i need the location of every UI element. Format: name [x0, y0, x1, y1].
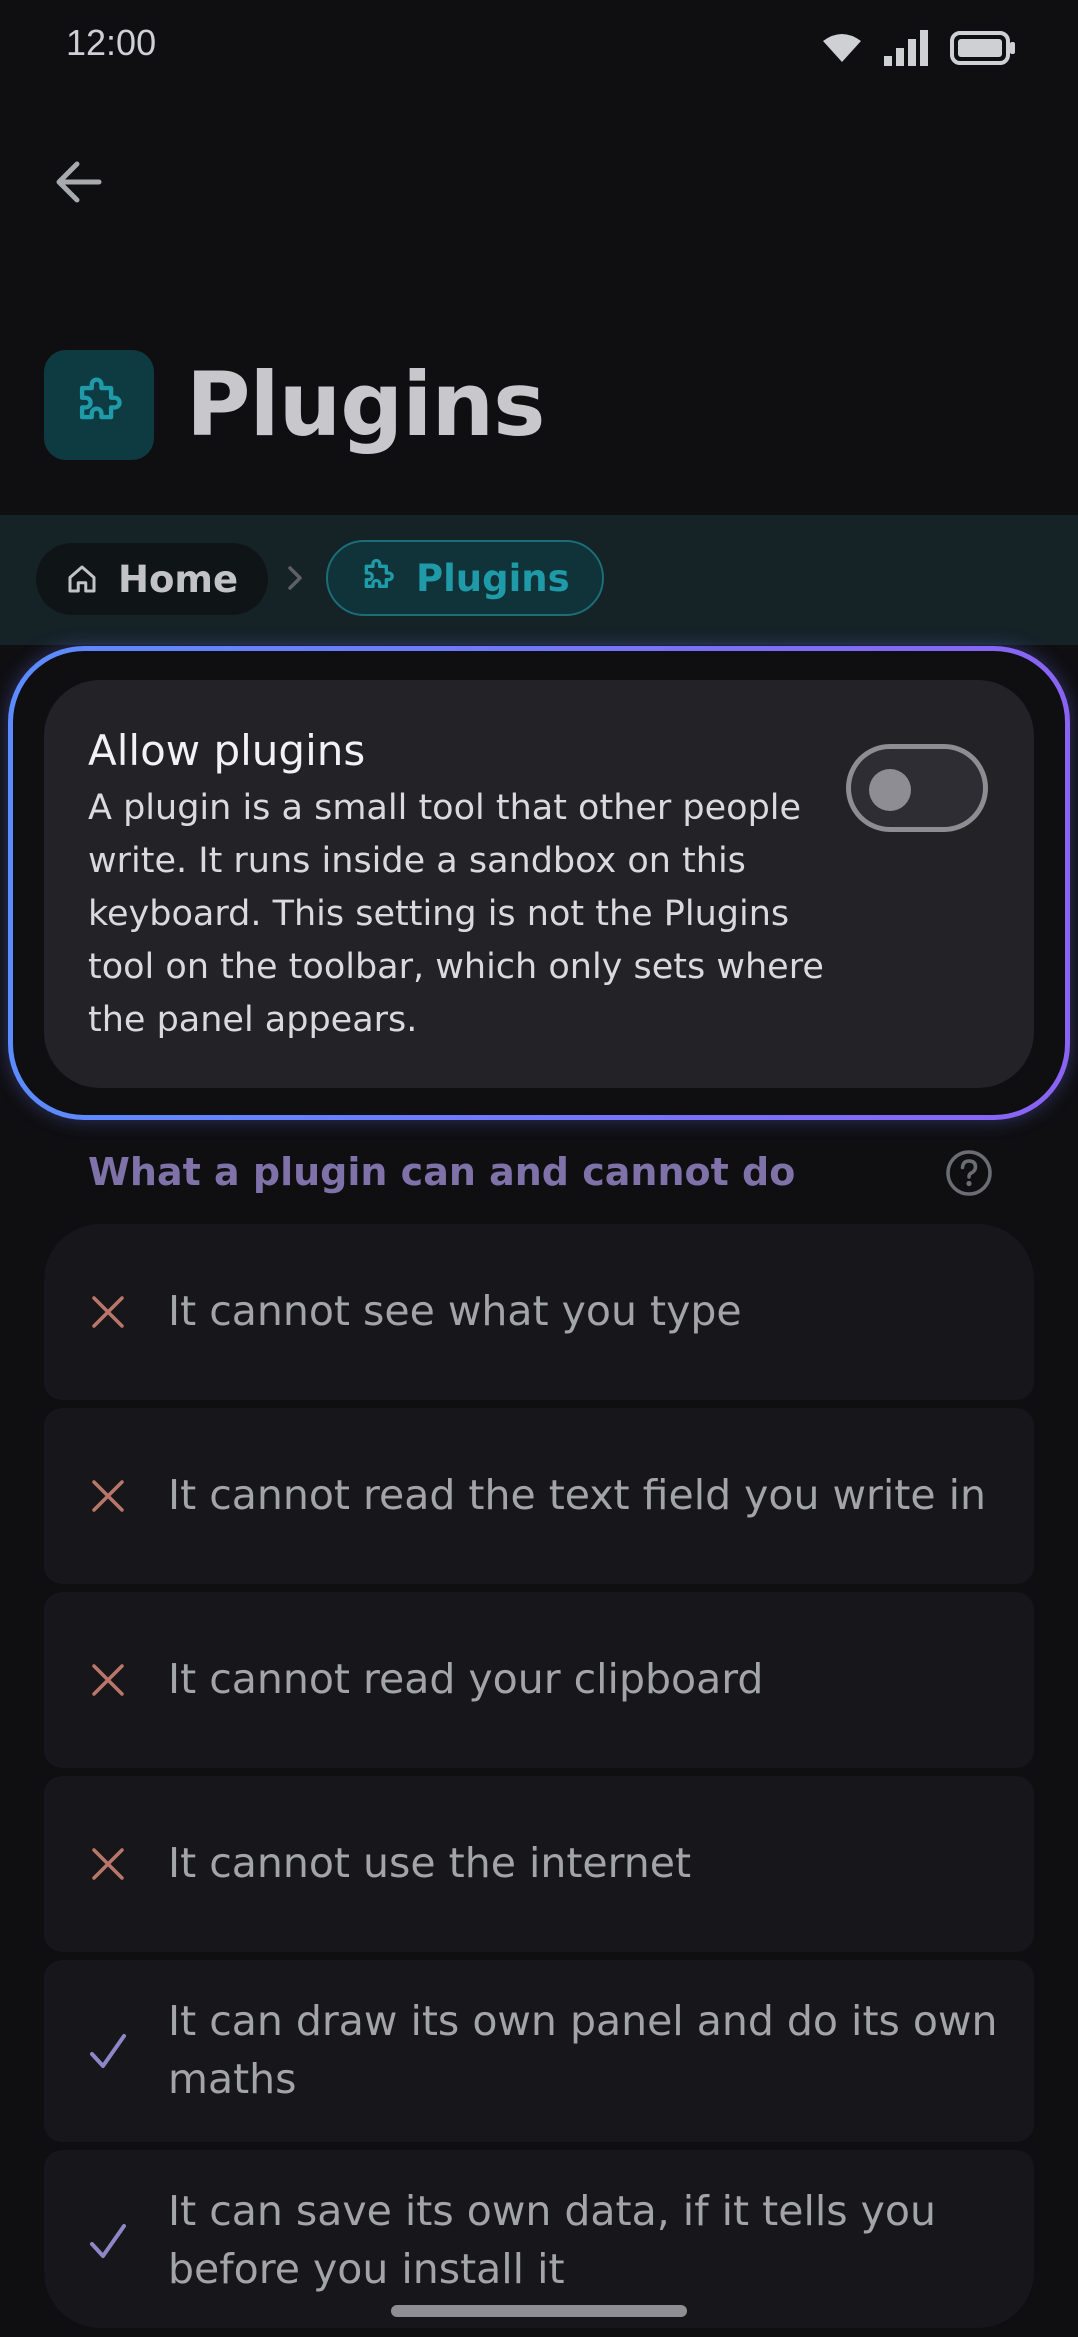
- breadcrumb-home[interactable]: Home: [36, 543, 269, 615]
- toggle-knob: [869, 769, 911, 811]
- close-icon: [86, 1474, 130, 1522]
- close-icon: [86, 1658, 130, 1706]
- chevron-right-icon: [284, 560, 308, 600]
- breadcrumb-current-label: Plugins: [416, 556, 570, 600]
- list-item-text: It cannot read your clipboard: [168, 1655, 764, 1703]
- puzzle-icon: [79, 377, 122, 420]
- list-item: It can save its own data, if it tells yo…: [44, 2150, 1034, 2328]
- signal-icon: [884, 30, 928, 66]
- allow-plugins-title: Allow plugins: [88, 726, 366, 775]
- home-icon: [68, 565, 96, 593]
- help-circle-icon[interactable]: [944, 1148, 994, 1202]
- allow-plugins-toggle[interactable]: [846, 744, 988, 832]
- wifi-icon: [823, 34, 861, 62]
- list-item-text: It can draw its own panel and do its own…: [168, 1997, 998, 2103]
- back-button[interactable]: [48, 152, 108, 212]
- list-item-text: It cannot use the internet: [168, 1839, 692, 1887]
- breadcrumb-home-label: Home: [118, 557, 239, 601]
- status-time: 12:00: [66, 22, 157, 63]
- puzzle-icon: [364, 558, 394, 588]
- list-item-text: It cannot read the text field you write …: [168, 1471, 987, 1519]
- list-item: It cannot use the internet: [44, 1776, 1034, 1952]
- breadcrumb-current[interactable]: Plugins: [326, 540, 604, 616]
- check-icon: [86, 2220, 130, 2268]
- battery-icon: [950, 31, 1015, 65]
- section-heading: What a plugin can and cannot do: [88, 1150, 796, 1194]
- title-icon-badge: [44, 350, 154, 460]
- list-item-text: It cannot see what you type: [168, 1287, 742, 1335]
- arrow-left-icon: [56, 161, 102, 203]
- list-item: It can draw its own panel and do its own…: [44, 1960, 1034, 2142]
- close-icon: [86, 1290, 130, 1338]
- list-item-text: It can save its own data, if it tells yo…: [168, 2187, 936, 2293]
- list-item: It cannot read your clipboard: [44, 1592, 1034, 1768]
- list-item: It cannot see what you type: [44, 1224, 1034, 1400]
- home-indicator[interactable]: [391, 2305, 687, 2317]
- page-title: Plugins: [186, 353, 545, 456]
- status-icons: [822, 30, 1016, 66]
- close-icon: [86, 1842, 130, 1890]
- check-icon: [86, 2030, 130, 2078]
- allow-plugins-description: A plugin is a small tool that other peop…: [88, 788, 824, 1040]
- list-item: It cannot read the text field you write …: [44, 1408, 1034, 1584]
